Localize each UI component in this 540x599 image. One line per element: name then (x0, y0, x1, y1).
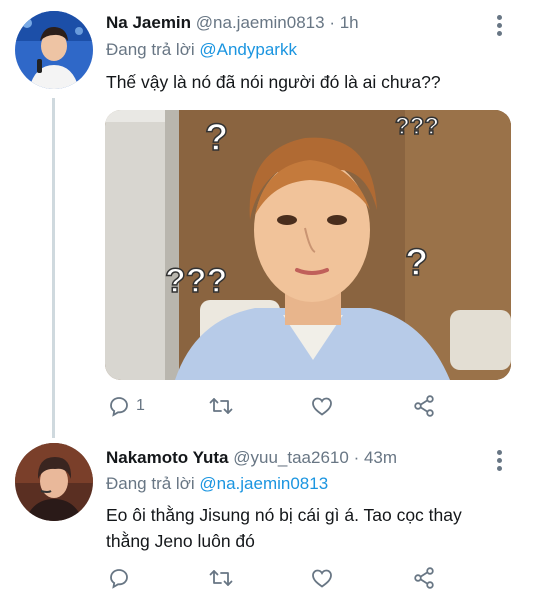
tweet-header: Nakamoto Yuta @yuu_taa2610 · 43m (106, 448, 397, 468)
overlay-question-mark: ? (405, 242, 428, 284)
separator: · (329, 13, 335, 32)
retweet-icon (209, 570, 233, 586)
tweet-text-line: thằng Jeno luôn đó (106, 531, 255, 551)
like-button[interactable] (310, 566, 334, 590)
replying-to: Đang trả lời @na.jaemin0813 (106, 474, 328, 494)
timestamp[interactable]: 1h (340, 13, 359, 32)
tweet-text: Eo ôi thằng Jisung nó bị cái gì á. Tao c… (106, 502, 462, 554)
replying-to: Đang trả lời @Andyparkk (106, 40, 297, 60)
retweet-button[interactable] (208, 566, 234, 590)
share-icon (414, 567, 434, 589)
user-handle[interactable]: @na.jaemin0813 (196, 13, 325, 32)
like-icon (312, 569, 332, 588)
more-vertical-icon[interactable] (497, 450, 503, 474)
reply-icon (110, 397, 128, 417)
display-name[interactable]: Nakamoto Yuta (106, 448, 229, 467)
retweet-icon (209, 398, 233, 414)
tweet-text: Thế vậy là nó đã nói người đó là ai chưa… (106, 72, 441, 92)
replying-to-label: Đang trả lời (106, 40, 195, 59)
reply-button[interactable]: 1 (107, 394, 145, 418)
display-name[interactable]: Na Jaemin (106, 13, 191, 32)
share-button[interactable] (412, 394, 436, 418)
tweet-text-line: Eo ôi thằng Jisung nó bị cái gì á. Tao c… (106, 505, 462, 525)
overlay-question-marks: ??? (395, 113, 439, 140)
replying-to-label: Đang trả lời (106, 474, 195, 493)
overlay-question-marks: ??? (165, 262, 227, 300)
user-handle[interactable]: @yuu_taa2610 (233, 448, 349, 467)
more-vertical-icon[interactable] (497, 15, 503, 39)
replying-to-mention[interactable]: @na.jaemin0813 (199, 474, 328, 493)
replying-to-mention[interactable]: @Andyparkk (199, 40, 297, 59)
reply-count: 1 (136, 397, 145, 414)
share-icon (414, 395, 434, 417)
tweet-header: Na Jaemin @na.jaemin0813 · 1h (106, 13, 359, 33)
avatar[interactable] (15, 443, 93, 521)
share-button[interactable] (412, 566, 436, 590)
retweet-button[interactable] (208, 394, 234, 418)
reply-button[interactable] (107, 566, 131, 590)
tweet-media-image[interactable]: ? ??? ??? ? (105, 110, 511, 380)
like-button[interactable] (310, 394, 334, 418)
thread-line (52, 98, 55, 438)
reply-icon (110, 569, 128, 589)
like-icon (312, 397, 332, 416)
avatar[interactable] (15, 11, 93, 89)
separator: · (353, 448, 360, 467)
timestamp[interactable]: 43m (364, 448, 397, 467)
overlay-question-mark: ? (205, 117, 228, 159)
